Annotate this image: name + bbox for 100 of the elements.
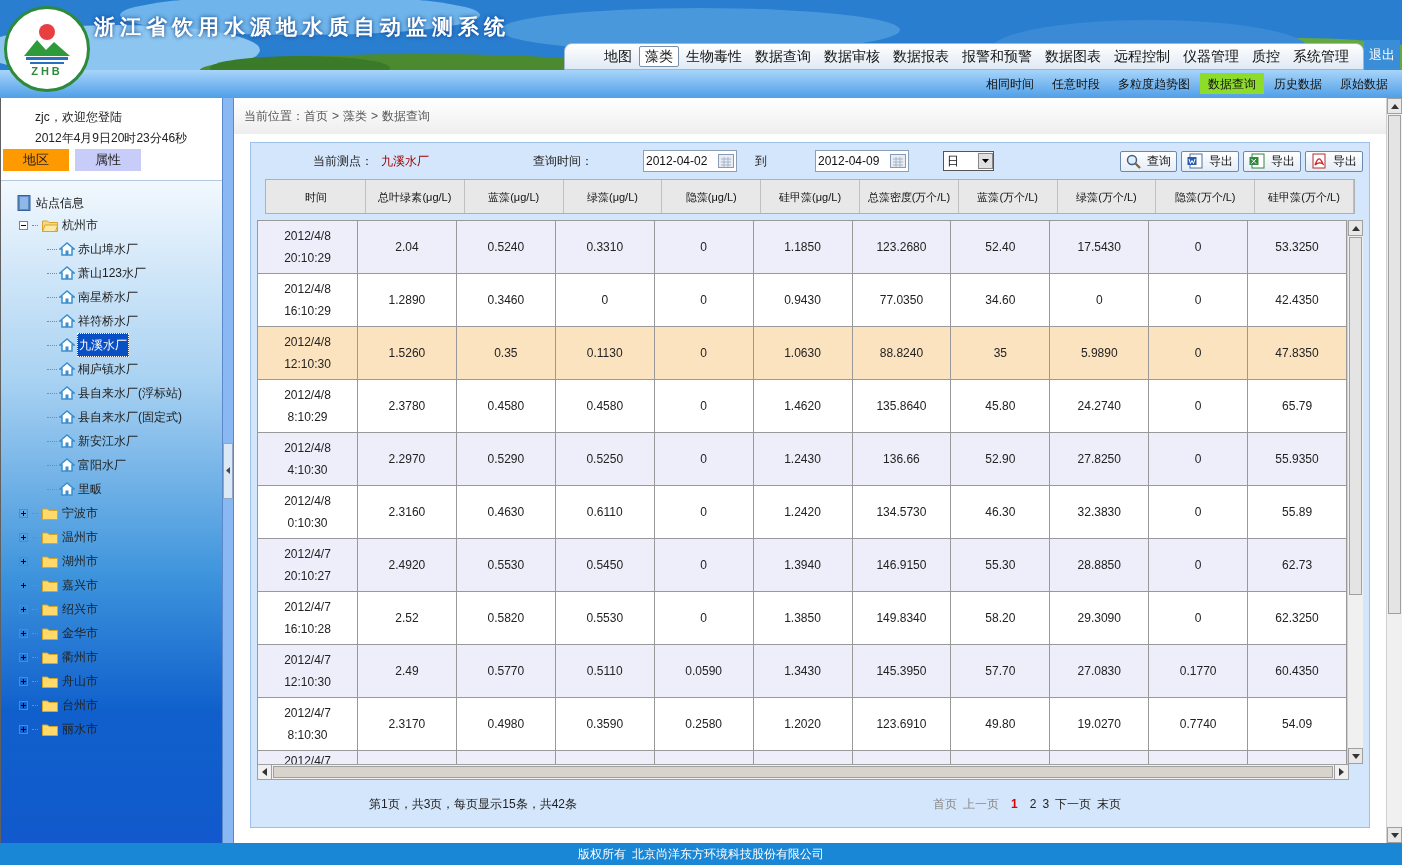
tree-item[interactable]: 杭州市 <box>62 216 98 234</box>
table-cell-text: 145.3950 <box>876 663 927 680</box>
nav-tab[interactable]: 报警和预警 <box>956 46 1038 67</box>
collapse-handle[interactable] <box>223 442 233 499</box>
tree-item[interactable]: 赤山埠水厂 <box>77 238 139 260</box>
table-row[interactable]: 2012/4/8 0:10:30 2.3160 0.4630 0.6110 0 1.2420 134.5730 46.30 32.3830 0 55.89 <box>258 486 1347 539</box>
breadcrumb-item[interactable]: 数据查询 <box>382 107 431 125</box>
tree-item[interactable]: 九溪水厂 <box>77 333 129 357</box>
table-cell-text: 24.2740 <box>1077 398 1121 415</box>
expand-icon[interactable] <box>19 652 28 662</box>
horizontal-scrollbar[interactable] <box>257 764 1349 780</box>
expand-icon[interactable] <box>19 676 28 686</box>
nav-tab[interactable]: 质控 <box>1246 46 1286 67</box>
nav-tab[interactable]: 数据审核 <box>818 46 886 67</box>
nav-tab[interactable]: 数据查询 <box>749 46 817 67</box>
tree-item[interactable]: 湖州市 <box>62 552 98 570</box>
tree-item[interactable]: 嘉兴市 <box>62 576 98 594</box>
pagination-link[interactable]: 下一页 <box>1055 794 1092 813</box>
tree-item[interactable]: 祥符桥水厂 <box>77 310 139 332</box>
vertical-scrollbar[interactable] <box>1347 220 1363 764</box>
logo-text: ZHB <box>31 65 63 77</box>
nav-tab[interactable]: 数据图表 <box>1039 46 1107 67</box>
expand-icon[interactable] <box>19 580 28 590</box>
scroll-right-icon[interactable] <box>1339 768 1344 776</box>
tree-item[interactable]: 桐庐镇水厂 <box>77 358 139 380</box>
nav-tab[interactable]: 系统管理 <box>1287 46 1355 67</box>
sub-nav-tab[interactable]: 原始数据 <box>1332 73 1396 94</box>
table-row[interactable]: 2012/4/7 <box>258 751 1347 764</box>
tree-item[interactable]: 宁波市 <box>62 504 98 522</box>
expand-icon[interactable] <box>19 508 28 518</box>
period-select[interactable]: 日 <box>943 151 994 171</box>
sub-nav-tab[interactable]: 任意时段 <box>1044 73 1108 94</box>
house-icon <box>59 337 75 353</box>
search-button[interactable]: 查询 <box>1120 150 1177 172</box>
table-row[interactable]: 2012/4/8 8:10:29 2.3780 0.4580 0.4580 0 1.4620 135.8640 45.80 24.2740 0 65.79 <box>258 380 1347 433</box>
breadcrumb-item[interactable]: 当前位置：首页 <box>244 107 328 125</box>
tree-item[interactable]: 南星桥水厂 <box>77 286 139 308</box>
export-button[interactable]: 导出 <box>1305 150 1363 172</box>
nav-tab[interactable]: 仪器管理 <box>1177 46 1245 67</box>
sub-nav-tab[interactable]: 多粒度趋势图 <box>1110 73 1198 94</box>
table-row[interactable]: 2012/4/7 20:10:27 2.4920 0.5530 0.5450 0 1.3940 146.9150 55.30 28.8850 0 62.73 <box>258 539 1347 592</box>
table-cell-text: 0.5450 <box>586 557 624 574</box>
table-row[interactable]: 2012/4/8 12:10:30 1.5260 0.35 0.1130 0 1.0630 88.8240 35 5.9890 0 47.8350 <box>258 327 1347 380</box>
nav-tab[interactable]: 生物毒性 <box>680 46 748 67</box>
sub-nav-tab[interactable]: 数据查询 <box>1200 73 1264 94</box>
expand-icon[interactable] <box>19 724 28 734</box>
tree-item[interactable]: 新安江水厂 <box>77 430 139 452</box>
tree-item[interactable]: 萧山123水厂 <box>77 262 148 284</box>
scroll-up-icon[interactable] <box>1351 225 1360 231</box>
scroll-left-icon[interactable] <box>262 768 267 776</box>
sidebar-tab[interactable]: 属性 <box>75 149 141 171</box>
vertical-scrollbar[interactable] <box>1386 98 1402 843</box>
table-row[interactable]: 2012/4/8 20:10:29 2.04 0.5240 0.3310 0 1.1850 123.2680 52.40 17.5430 0 53.3250 <box>258 221 1347 274</box>
expand-icon[interactable] <box>19 604 28 614</box>
expand-icon[interactable] <box>19 532 28 542</box>
pagination-link[interactable]: 1 <box>1011 794 1018 813</box>
table-cell-text: 55.9350 <box>1275 451 1319 468</box>
pagination-link[interactable]: 3 <box>1042 794 1050 813</box>
tree-item[interactable]: 温州市 <box>62 528 98 546</box>
table-cell-text: 0.5770 <box>487 663 525 680</box>
scroll-down-icon[interactable] <box>1351 753 1360 759</box>
table-row[interactable]: 2012/4/7 8:10:30 2.3170 0.4980 0.3590 0.2580 1.2020 123.6910 49.80 19.0270 0.7740 54.09 <box>258 698 1347 751</box>
end-date-field[interactable]: 2012-04-09 <box>815 150 909 172</box>
copyright-text: 版权所有 北京尚洋东方环境科技股份有限公司 <box>577 846 825 863</box>
folder-icon <box>42 578 58 592</box>
table-cell-text: 149.8340 <box>876 610 927 627</box>
nav-tab[interactable]: 地图 <box>598 46 638 67</box>
sidebar-tab[interactable]: 地区 <box>3 149 69 171</box>
expand-icon[interactable] <box>19 556 28 566</box>
sub-nav-tab[interactable]: 历史数据 <box>1266 73 1330 94</box>
expand-icon[interactable] <box>19 700 28 710</box>
table-cell-text: 0.3460 <box>487 292 525 309</box>
table-row[interactable]: 2012/4/8 4:10:30 2.2970 0.5290 0.5250 0 1.2430 136.66 52.90 27.8250 0 55.9350 <box>258 433 1347 486</box>
expand-icon[interactable] <box>19 628 28 638</box>
table-cell-text: 32.3830 <box>1077 504 1121 521</box>
table-row[interactable]: 2012/4/7 16:10:28 2.52 0.5820 0.5530 0 1.3850 149.8340 58.20 29.3090 0 62.3250 <box>258 592 1347 645</box>
pagination-link[interactable]: 2 <box>1029 794 1037 813</box>
pagination-link[interactable]: 末页 <box>1097 794 1122 813</box>
table-cell-text: 0 <box>1194 292 1202 309</box>
nav-tab[interactable]: 藻类 <box>639 46 679 67</box>
tree-item[interactable]: 县自来水厂(浮标站) <box>77 382 183 404</box>
scroll-up-icon[interactable] <box>1390 103 1399 109</box>
collapse-icon[interactable] <box>19 220 28 230</box>
sub-nav-tab[interactable]: 相同时间 <box>978 73 1042 94</box>
tree-item[interactable]: 绍兴市 <box>62 600 98 618</box>
export-button[interactable]: 导出 <box>1181 150 1239 172</box>
tree-item[interactable]: 富阳水厂 <box>77 454 127 476</box>
tree-item[interactable]: 里畈 <box>77 478 103 500</box>
scroll-down-icon[interactable] <box>1390 832 1399 838</box>
tree-item[interactable]: 衢州市 <box>62 648 98 666</box>
table-row[interactable]: 2012/4/8 16:10:29 1.2890 0.3460 0 0 0.9430 77.0350 34.60 0 0 42.4350 <box>258 274 1347 327</box>
start-date-field[interactable]: 2012-04-02 <box>643 150 737 172</box>
nav-tab[interactable]: 数据报表 <box>887 46 955 67</box>
tree-item[interactable]: 县自来水厂(固定式) <box>77 406 183 428</box>
nav-tab[interactable]: 远程控制 <box>1108 46 1176 67</box>
breadcrumb-item[interactable]: 藻类 <box>343 107 367 125</box>
table-cell-text: 49.80 <box>985 716 1016 733</box>
export-button[interactable]: 导出 <box>1243 150 1301 172</box>
table-row[interactable]: 2012/4/7 12:10:30 2.49 0.5770 0.5110 0.0590 1.3430 145.3950 57.70 27.0830 0.1770 60.4350 <box>258 645 1347 698</box>
tree-item[interactable]: 金华市 <box>62 624 98 642</box>
